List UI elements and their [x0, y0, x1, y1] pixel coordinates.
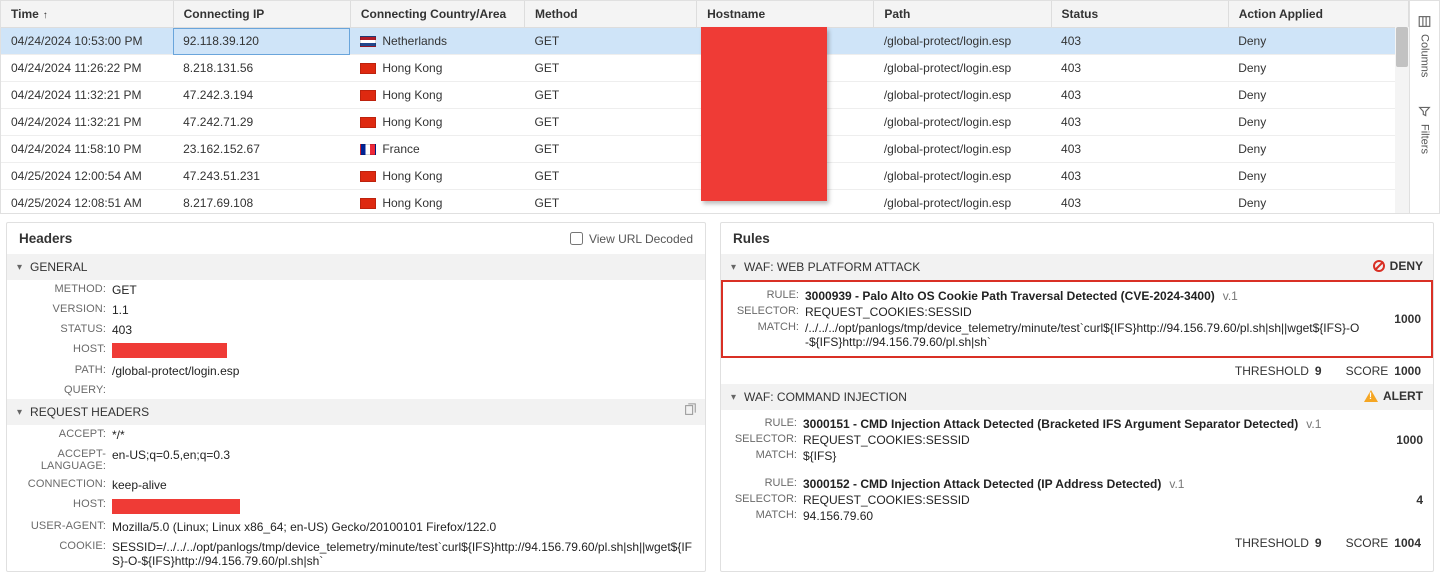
general-section-toggle[interactable]: ▾GENERAL [7, 254, 705, 280]
table-row[interactable]: 04/25/2024 12:08:51 AM8.217.69.108Hong K… [1, 190, 1409, 214]
rule-entry: RULE:3000152 - CMD Injection Attack Dete… [721, 470, 1433, 530]
view-url-decoded-checkbox[interactable] [570, 232, 583, 245]
filters-panel-toggle[interactable]: Filters [1414, 91, 1435, 168]
table-row[interactable]: 04/24/2024 11:32:21 PM47.242.71.29Hong K… [1, 109, 1409, 136]
chevron-down-icon: ▾ [17, 262, 22, 273]
col-country[interactable]: Connecting Country/Area [350, 1, 524, 28]
filter-icon [1418, 105, 1431, 118]
table-row[interactable]: 04/24/2024 11:32:21 PM47.242.3.194Hong K… [1, 82, 1409, 109]
flag-icon [360, 36, 376, 47]
rules-panel: Rules ▾WAF: WEB PLATFORM ATTACKDENYRULE:… [720, 222, 1434, 572]
flag-icon [360, 144, 376, 155]
table-row[interactable]: 04/25/2024 12:00:54 AM47.243.51.231Hong … [1, 163, 1409, 190]
rule-score: 4 [1416, 493, 1423, 507]
rules-title: Rules [733, 231, 770, 246]
rule-entry: RULE:3000151 - CMD Injection Attack Dete… [721, 410, 1433, 470]
col-time[interactable]: Time↑ [1, 1, 173, 28]
col-hostname[interactable]: Hostname [697, 1, 874, 28]
table-row[interactable]: 04/24/2024 11:26:22 PM8.218.131.56Hong K… [1, 55, 1409, 82]
log-table: Time↑ Connecting IP Connecting Country/A… [1, 1, 1409, 213]
rule-section-footer: THRESHOLD9SCORE1000 [721, 358, 1433, 384]
header-field: HOST: [7, 340, 705, 361]
header-field: PATH:/global-protect/login.esp [7, 361, 705, 381]
header-field: ACCEPT:*/* [7, 425, 705, 445]
table-row[interactable]: 04/24/2024 11:58:10 PM23.162.152.67Franc… [1, 136, 1409, 163]
header-field: STATUS:403 [7, 320, 705, 340]
headers-panel: Headers View URL Decoded ▾GENERAL METHOD… [6, 222, 706, 572]
header-field: HOST: [7, 495, 705, 516]
columns-icon [1418, 15, 1431, 28]
rule-score: 1000 [1394, 312, 1421, 326]
redacted-value [112, 499, 240, 514]
redacted-value [112, 343, 227, 358]
rule-section-toggle[interactable]: ▾WAF: WEB PLATFORM ATTACKDENY [721, 254, 1433, 280]
headers-title: Headers [19, 231, 72, 246]
copy-icon[interactable] [683, 403, 697, 420]
col-method[interactable]: Method [524, 1, 696, 28]
header-field: ACCEPT-LANGUAGE:en-US;q=0.5,en;q=0.3 [7, 445, 705, 475]
header-field: VERSION:1.1 [7, 300, 705, 320]
flag-icon [360, 90, 376, 101]
col-ip[interactable]: Connecting IP [173, 1, 350, 28]
header-field: QUERY: [7, 381, 705, 399]
header-field: COOKIE:SESSID=/../../../opt/panlogs/tmp/… [7, 537, 705, 571]
rule-section-toggle[interactable]: ▾WAF: COMMAND INJECTIONALERT [721, 384, 1433, 410]
col-status[interactable]: Status [1051, 1, 1228, 28]
sort-asc-icon: ↑ [43, 10, 48, 21]
request-headers-section-toggle[interactable]: ▾REQUEST HEADERS [7, 399, 705, 425]
columns-panel-toggle[interactable]: Columns [1414, 1, 1435, 91]
flag-icon [360, 198, 376, 209]
table-row[interactable]: 04/24/2024 10:53:00 PM92.118.39.120Nethe… [1, 28, 1409, 55]
flag-icon [360, 117, 376, 128]
col-action[interactable]: Action Applied [1228, 1, 1408, 28]
deny-icon [1373, 260, 1385, 272]
header-field: USER-AGENT:Mozilla/5.0 (Linux; Linux x86… [7, 517, 705, 537]
flag-icon [360, 63, 376, 74]
chevron-down-icon: ▾ [731, 392, 736, 403]
alert-icon [1364, 390, 1378, 402]
flag-icon [360, 171, 376, 182]
chevron-down-icon: ▾ [731, 262, 736, 273]
vertical-scrollbar[interactable] [1395, 27, 1409, 213]
col-path[interactable]: Path [874, 1, 1051, 28]
table-header-row: Time↑ Connecting IP Connecting Country/A… [1, 1, 1409, 28]
scroll-thumb[interactable] [1396, 27, 1408, 67]
header-field: CONNECTION:keep-alive [7, 475, 705, 495]
rule-score: 1000 [1396, 433, 1423, 447]
rule-entry: RULE:3000939 - Palo Alto OS Cookie Path … [721, 280, 1433, 358]
view-url-decoded-toggle[interactable]: View URL Decoded [570, 232, 693, 246]
rule-section-footer: THRESHOLD9SCORE1004 [721, 530, 1433, 556]
chevron-down-icon: ▾ [17, 407, 22, 418]
header-field: METHOD:GET [7, 280, 705, 300]
